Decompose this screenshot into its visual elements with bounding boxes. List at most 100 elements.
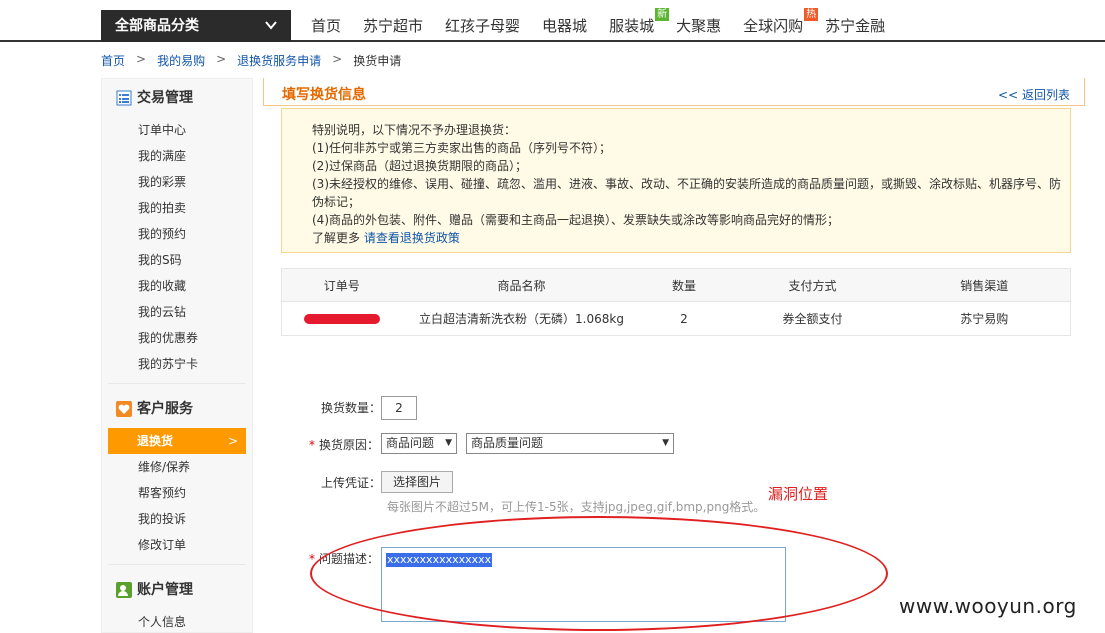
return-policy-link[interactable]: 请查看退换货政策 [364, 231, 460, 245]
nav-item-label: 大聚惠 [676, 17, 722, 35]
main-header: 填写换货信息 << 返回列表 [263, 78, 1085, 106]
sidebar: 交易管理 订单中心 我的满座 我的彩票 我的拍卖 我的预约 我的S码 我的收藏 我的云钻 我的优… [101, 78, 253, 633]
notice-line: (2)过保商品（超过退换货期限的商品）； [312, 159, 527, 173]
required-asterisk: * [309, 438, 315, 452]
sidebar-item[interactable]: 修改订单 [102, 532, 252, 558]
column-header: 支付方式 [726, 268, 899, 302]
sidebar-item[interactable]: 我的拍卖 [102, 195, 252, 221]
nav-item-label: 首页 [311, 17, 342, 35]
breadcrumb-separator: > [216, 52, 227, 66]
reason-category-select[interactable]: 商品问题 ▼ [381, 433, 457, 454]
order-number-cell [282, 302, 402, 336]
column-header: 订单号 [281, 268, 402, 302]
sidebar-item[interactable]: 我的云钻 [102, 299, 252, 325]
redaction-mark [303, 314, 380, 324]
highlight-ellipse [310, 516, 888, 631]
vulnerability-location-annotation: 漏洞位置 [768, 485, 829, 503]
nav-item[interactable]: 电器城 [531, 10, 598, 42]
breadcrumb-home[interactable]: 首页 [101, 52, 125, 69]
nav-item[interactable]: 苏宁金融 [814, 10, 896, 42]
nav-item-label: 苏宁超市 [363, 17, 424, 35]
sidebar-item[interactable]: 我的S码 [102, 247, 252, 273]
notice-more: 了解更多 请查看退换货政策 [312, 229, 1070, 247]
upload-hint: 每张图片不超过5M，可上传1-5张，支持jpg,jpeg,gif,bmp,png… [387, 500, 766, 514]
back-to-list-label: 返回列表 [1021, 88, 1070, 102]
sidebar-heading-label: 交易管理 [137, 90, 193, 106]
breadcrumb-current: 换货申请 [353, 54, 402, 68]
sidebar-item[interactable]: 我的满座 [102, 143, 252, 169]
sidebar-heading-trade: 交易管理 [102, 79, 252, 117]
payment-method-cell: 券全额支付 [782, 312, 843, 326]
breadcrumb: 首页 > 我的易购 > 退换货服务申请 > 换货申请 [101, 52, 401, 69]
user-icon [116, 582, 132, 598]
sidebar-heading-label: 客户服务 [137, 401, 193, 417]
reason-category-value: 商品问题 [386, 436, 435, 450]
sidebar-item[interactable]: 我的彩票 [102, 169, 252, 195]
sidebar-item[interactable]: 我的投诉 [102, 506, 252, 532]
sidebar-item[interactable]: 我的收藏 [102, 273, 252, 299]
sidebar-group-account: 账户管理 个人信息 [102, 571, 252, 633]
notice-line: (4)商品的外包装、附件、赠品（需要和主商品一起退换）、发票缺失或涂改等影响商品… [312, 213, 840, 227]
list-icon [116, 90, 132, 106]
sidebar-heading-service: 客户服务 [102, 390, 252, 428]
sidebar-item[interactable]: 个人信息 [102, 609, 252, 633]
notice-more-prefix: 了解更多 [312, 231, 361, 245]
sidebar-item[interactable]: 帮客预约 [102, 480, 252, 506]
reason-label: 换货原因： [319, 438, 380, 452]
dropdown-arrow-icon: ▼ [662, 438, 669, 448]
nav-item-label: 服装城 [609, 17, 655, 35]
sidebar-item-return-exchange[interactable]: 退换货 > [108, 428, 246, 454]
chevron-right-icon: > [227, 434, 238, 448]
breadcrumb-my-yigou[interactable]: 我的易购 [157, 52, 205, 69]
exchange-quantity-input[interactable]: 2 [381, 396, 417, 420]
reason-detail-select[interactable]: 商品质量问题 ▼ [466, 433, 674, 454]
all-categories-label: 全部商品分类 [115, 18, 199, 34]
all-categories-menu[interactable]: 全部商品分类 [101, 10, 291, 42]
sidebar-heading-account: 账户管理 [102, 571, 252, 609]
nav-item[interactable]: 苏宁超市 [352, 10, 434, 42]
nav-item-label: 全球闪购 [743, 17, 804, 35]
nav-items: 首页 苏宁超市 红孩子母婴 电器城 服装城新大聚惠 全球闪购热苏宁金融 [300, 8, 896, 42]
order-table: 订单号 商品名称 数量 支付方式 销售渠道 立白超洁清新洗衣粉（无磷）1.068… [281, 268, 1071, 336]
sidebar-item[interactable]: 我的苏宁卡 [102, 351, 252, 377]
quantity-cell: 2 [680, 311, 688, 326]
choose-image-button[interactable]: 选择图片 [381, 471, 453, 493]
sidebar-heading-label: 账户管理 [137, 582, 193, 598]
reason-label-wrap: * 换货原因： [309, 436, 379, 453]
notice-line: (1)任何非苏宁或第三方卖家出售的商品（序列号不符）； [312, 141, 612, 155]
nav-item[interactable]: 服装城新 [598, 8, 670, 42]
column-header: 销售渠道 [898, 268, 1071, 302]
reason-detail-value: 商品质量问题 [471, 436, 544, 450]
breadcrumb-separator: > [136, 52, 147, 66]
breadcrumb-return-service[interactable]: 退换货服务申请 [237, 52, 321, 69]
column-header: 数量 [641, 268, 727, 302]
sidebar-divider [108, 564, 246, 565]
top-navigation: 全部商品分类 首页 苏宁超市 红孩子母婴 电器城 服装城新大聚惠 全球闪购热苏宁金融 [0, 0, 1105, 42]
sales-channel-cell: 苏宁易购 [960, 312, 1009, 326]
chevron-down-icon [265, 21, 277, 30]
double-chevron-left-icon: << [998, 88, 1019, 102]
breadcrumb-separator: > [332, 52, 343, 66]
sidebar-item-label: 退换货 [137, 434, 174, 448]
nav-item[interactable]: 红孩子母婴 [434, 10, 531, 42]
sidebar-item[interactable]: 维修/保养 [102, 454, 252, 480]
nav-item-label: 红孩子母婴 [445, 17, 521, 35]
sidebar-item[interactable]: 订单中心 [102, 117, 252, 143]
notice-line: (3)未经授权的维修、误用、碰撞、疏忽、滥用、进液、事故、改动、不正确的安装所造… [312, 177, 1062, 209]
sidebar-divider [108, 383, 246, 384]
page-title: 填写换货信息 [282, 87, 366, 103]
upload-label: 上传凭证： [321, 476, 382, 490]
qty-label: 换货数量： [321, 401, 382, 415]
notice-line: 特别说明，以下情况不予办理退换货： [312, 123, 517, 137]
sidebar-item[interactable]: 我的优惠券 [102, 325, 252, 351]
sidebar-group-service: 客户服务 退换货 > 维修/保养 帮客预约 我的投诉 修改订单 [102, 390, 252, 558]
return-policy-notice: 特别说明，以下情况不予办理退换货： (1)任何非苏宁或第三方卖家出售的商品（序列… [281, 108, 1071, 253]
heart-icon [116, 401, 132, 417]
nav-item[interactable]: 大聚惠 [665, 10, 732, 42]
watermark: www.wooyun.org [899, 594, 1077, 618]
nav-item[interactable]: 首页 [300, 10, 352, 42]
back-to-list-link[interactable]: << 返回列表 [998, 86, 1070, 103]
nav-item[interactable]: 全球闪购热 [732, 8, 819, 42]
sidebar-item[interactable]: 我的预约 [102, 221, 252, 247]
product-name-cell: 立白超洁清新洗衣粉（无磷）1.068kg [419, 312, 624, 326]
